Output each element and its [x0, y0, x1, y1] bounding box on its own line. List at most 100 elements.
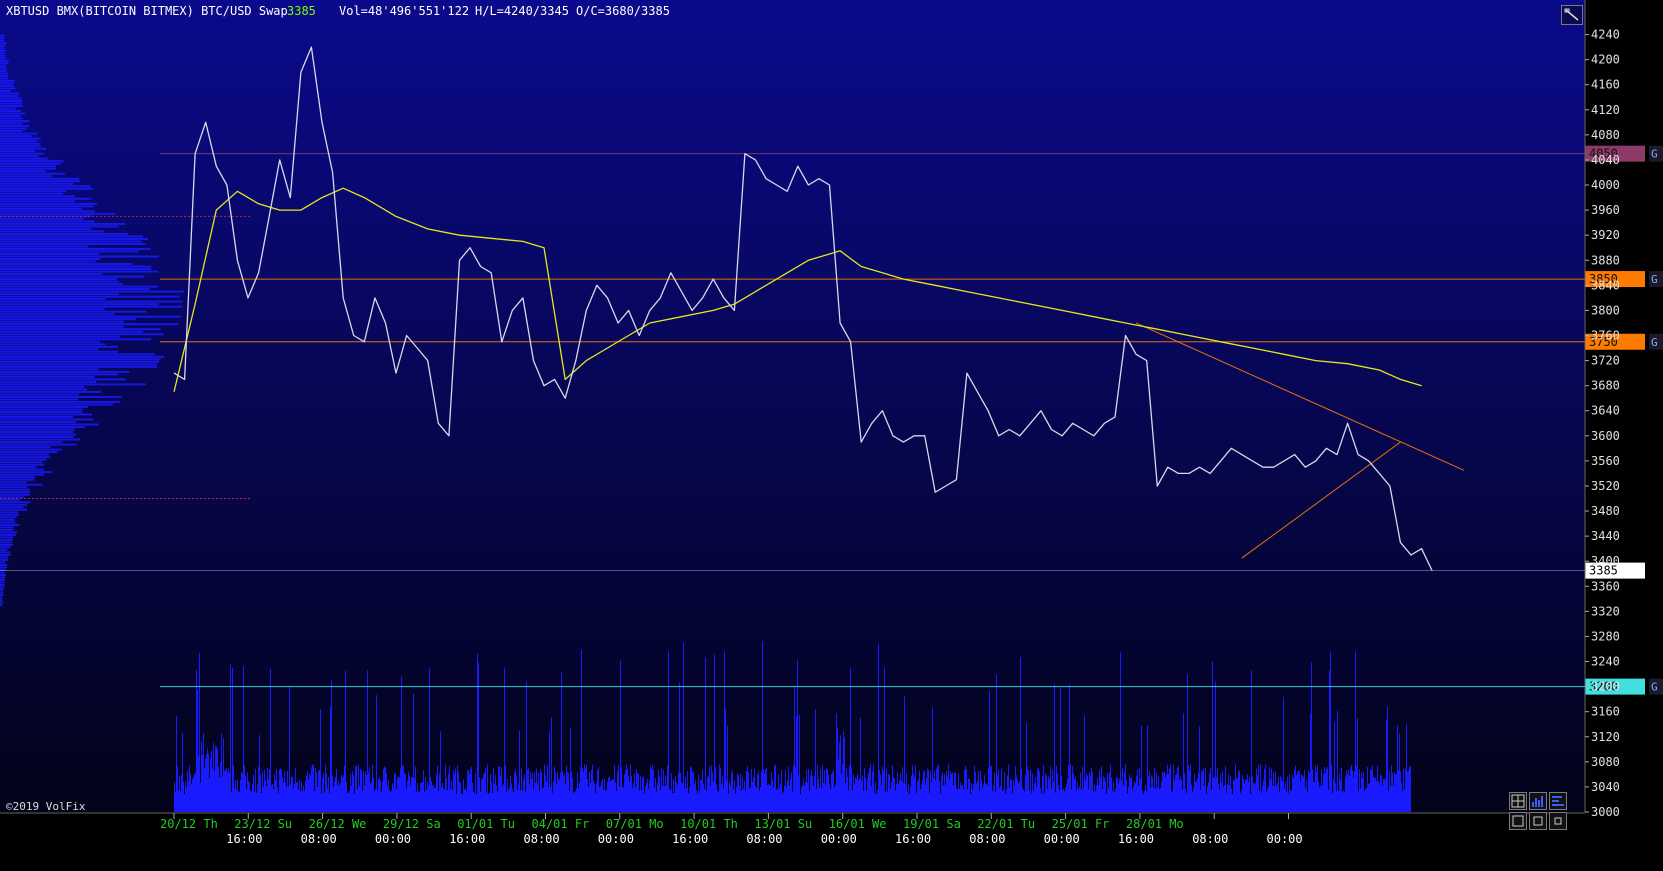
profile-bar: [0, 270, 159, 273]
volume-bar: [983, 784, 984, 812]
volume-bar: [1382, 785, 1383, 812]
volume-toggle-button[interactable]: [1529, 792, 1547, 810]
volume-bar: [800, 793, 801, 812]
volume-bar: [406, 788, 407, 812]
volume-bar: [1148, 776, 1149, 812]
volume-bar: [237, 779, 238, 812]
volume-bar: [578, 787, 579, 812]
volume-bar: [233, 765, 234, 812]
volume-bar: [297, 782, 298, 812]
volume-bar: [1085, 779, 1086, 812]
volume-bar: [554, 766, 555, 812]
volume-bar: [780, 783, 781, 812]
volume-bar: [864, 768, 865, 812]
volume-bar: [837, 728, 838, 812]
fit-button[interactable]: [1529, 812, 1547, 830]
volume-bar: [708, 775, 709, 812]
volume-bar: [718, 791, 719, 812]
volume-bar: [605, 790, 606, 812]
volume-bar: [261, 793, 262, 812]
volume-bar: [1203, 768, 1204, 812]
volume-bar: [361, 770, 362, 812]
volume-bar: [355, 766, 356, 812]
y-axis[interactable]: 3000304030803120316032003240328033203360…: [1584, 0, 1620, 819]
zoom-button[interactable]: [1509, 812, 1527, 830]
x-axis[interactable]: 20/12 Th 23/12 Su16:0026/12 We08:0029/12 …: [0, 812, 1585, 846]
volume-bar: [747, 766, 748, 812]
volume-bar: [863, 790, 864, 812]
x-tick-date: 04/01 Fr: [532, 817, 590, 831]
volume-bar: [1348, 769, 1349, 812]
settings-button[interactable]: [1549, 812, 1567, 830]
x-tick-time: 00:00: [1044, 832, 1080, 846]
volume-bar: [1233, 780, 1234, 812]
volume-bar: [1181, 780, 1182, 812]
draw-tool-button[interactable]: [1561, 5, 1583, 25]
profile-bar: [0, 395, 122, 398]
volume-bar: [586, 764, 587, 812]
volume-bar: [330, 706, 331, 812]
grid-toggle-button[interactable]: [1509, 792, 1527, 810]
volume-bar: [1065, 787, 1066, 812]
level-tag-letter: G: [1651, 273, 1658, 286]
volume-bar: [1141, 725, 1142, 812]
volume-bar: [358, 764, 359, 812]
volume-bar: [343, 775, 344, 812]
volume-bar: [911, 775, 912, 812]
volume-bar: [1287, 776, 1288, 812]
volume-bar: [860, 717, 861, 812]
volume-bar: [714, 654, 715, 812]
profile-bar: [0, 117, 23, 120]
profile-bar: [0, 446, 51, 449]
profile-bar: [0, 340, 100, 343]
volume-bar: [1125, 764, 1126, 812]
volume-bar: [838, 759, 839, 812]
volume-bar: [427, 781, 428, 812]
volume-bar: [1292, 774, 1293, 812]
volume-bar: [835, 784, 836, 812]
volume-bar: [695, 779, 696, 812]
volume-bar: [812, 776, 813, 812]
volume-bar: [579, 782, 580, 812]
volume-bar: [802, 785, 803, 812]
profile-bar: [0, 318, 136, 321]
volume-bar: [1110, 764, 1111, 812]
y-tick-label: 3520: [1591, 479, 1620, 493]
profile-bar: [0, 64, 6, 67]
volume-bar: [185, 781, 186, 812]
profile-bar: [0, 227, 92, 230]
volume-bar: [519, 730, 520, 812]
volume-bar: [340, 782, 341, 812]
volume-bars-icon: [1532, 796, 1543, 807]
volume-bar: [1202, 771, 1203, 812]
profile-bar: [0, 423, 99, 426]
volume-bar: [200, 782, 201, 812]
volume-bar: [689, 786, 690, 812]
profile-toggle-button[interactable]: [1549, 792, 1567, 810]
x-tick-time: 08:00: [524, 832, 560, 846]
profile-bar: [0, 541, 13, 544]
volume-bar: [1034, 783, 1035, 812]
volume-bar: [199, 652, 200, 812]
volume-bar: [1347, 773, 1348, 812]
volume-bar: [336, 768, 337, 812]
volume-bar: [1178, 765, 1179, 812]
volume-bar: [449, 765, 450, 812]
volume-bar: [1372, 765, 1373, 812]
price-chart[interactable]: 4050 G3850 G3750 G33853200 G 300030403080312…: [0, 0, 1663, 871]
volume-bar: [496, 785, 497, 812]
volume-bar: [901, 780, 902, 812]
volume-bar: [495, 774, 496, 812]
volume-bar: [1290, 790, 1291, 812]
profile-bar: [0, 390, 102, 393]
profile-bar: [0, 165, 56, 168]
volume-bar: [1214, 777, 1215, 812]
volume-bar: [1276, 785, 1277, 812]
volume-bar: [1040, 787, 1041, 812]
profile-bar: [0, 586, 5, 589]
profile-bar: [0, 468, 44, 471]
volume-bar: [1262, 786, 1263, 812]
volume-bar: [1208, 782, 1209, 812]
volume-bar: [403, 765, 404, 812]
profile-bar: [0, 250, 139, 253]
